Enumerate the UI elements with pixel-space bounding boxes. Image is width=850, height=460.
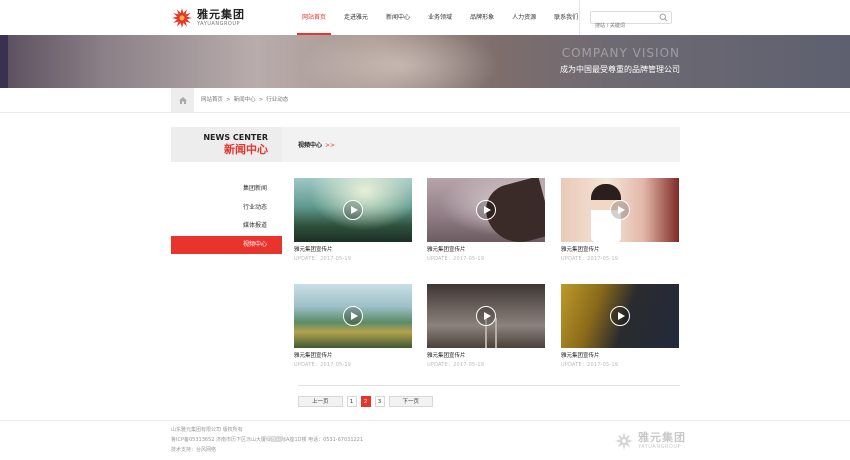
- video-card[interactable]: 雅元集团宣传片 UPDATE：2017-05-19: [561, 284, 679, 369]
- sidebar-item-group-news[interactable]: 集团新闻: [171, 180, 282, 198]
- sidebar-header: NEWS CENTER 新闻中心: [171, 127, 282, 162]
- sidebar-title-en: NEWS CENTER: [203, 133, 268, 142]
- video-date: UPDATE：2017-05-19: [561, 362, 619, 368]
- sidebar-item-media[interactable]: 媒体报道: [171, 217, 282, 235]
- video-card[interactable]: 雅元集团宣传片 UPDATE：2017-05-19: [294, 178, 412, 263]
- video-date: UPDATE：2017-05-19: [294, 362, 352, 368]
- footer-tech-support[interactable]: 技术支持：台风网络: [171, 445, 363, 455]
- logo-name-cn: 雅元集团: [197, 8, 245, 21]
- video-thumbnail[interactable]: [561, 284, 679, 348]
- footer-logo: 雅元集团 YAYUANGROUP: [614, 431, 686, 451]
- video-title[interactable]: 雅元集团宣传片: [294, 352, 412, 360]
- play-icon[interactable]: [610, 200, 630, 220]
- video-thumbnail[interactable]: [561, 178, 679, 242]
- sidebar-title-cn: 新闻中心: [224, 143, 268, 156]
- play-icon[interactable]: [343, 306, 363, 326]
- video-card[interactable]: 雅元集团宣传片 UPDATE：2017-05-19: [294, 284, 412, 369]
- section-header: 视频中心 >>: [282, 127, 680, 162]
- breadcrumb-link-news[interactable]: 新闻中心: [234, 88, 256, 112]
- nav-item-about[interactable]: 走进雅元: [335, 0, 377, 35]
- next-page-button[interactable]: 下一页: [388, 396, 434, 407]
- logo-name-en: YAYUANGROUP: [197, 21, 241, 27]
- video-thumbnail[interactable]: [427, 178, 545, 242]
- sidebar: NEWS CENTER 新闻中心 集团新闻 行业动态 媒体报道 视频中心: [171, 127, 282, 254]
- breadcrumb-link-home[interactable]: 网站首页: [201, 88, 223, 112]
- banner-title-en: COMPANY VISION: [561, 46, 680, 60]
- video-title[interactable]: 雅元集团宣传片: [561, 246, 679, 254]
- breadcrumb-bar: 网站首页 > 新闻中心 > 行业动态: [0, 88, 850, 113]
- nav-item-hr[interactable]: 人力资源: [503, 0, 545, 35]
- nav-item-news[interactable]: 新闻中心: [377, 0, 419, 35]
- page-number-1[interactable]: 1: [346, 396, 357, 407]
- breadcrumb: 网站首页 > 新闻中心 > 行业动态: [201, 88, 288, 112]
- play-icon[interactable]: [476, 200, 496, 220]
- search-input[interactable]: [591, 20, 657, 32]
- prev-page-button[interactable]: 上一页: [298, 396, 343, 407]
- video-title[interactable]: 雅元集团宣传片: [561, 352, 679, 360]
- footer-copyright: 山东雅元集团有限公司 版权所有: [171, 427, 243, 433]
- logo[interactable]: 雅元集团 YAYUANGROUP: [171, 6, 245, 30]
- logo-flower-icon: [172, 8, 192, 28]
- breadcrumb-current: 行业动态: [266, 97, 289, 103]
- banner-background-image: [300, 35, 500, 88]
- section-title: 视频中心 >>: [298, 127, 335, 164]
- video-card[interactable]: 雅元集团宣传片 UPDATE：2017-05-19: [427, 178, 545, 263]
- breadcrumb-separator: >: [258, 97, 264, 103]
- nav-item-contact[interactable]: 联系我们: [545, 0, 587, 35]
- main-nav: 网站首页 走进雅元 新闻中心 业务领域 品牌形象 人力资源 联系我们: [293, 0, 587, 35]
- site-footer: 山东雅元集团有限公司 版权所有 鲁ICP备05313652 济南市历下区泺山大厦…: [0, 420, 850, 460]
- play-icon[interactable]: [610, 306, 630, 326]
- content-divider: [298, 385, 680, 386]
- video-date: UPDATE：2017-05-19: [294, 256, 352, 262]
- video-thumbnail[interactable]: [427, 284, 545, 348]
- sidebar-item-industry[interactable]: 行业动态: [171, 199, 282, 217]
- play-icon[interactable]: [476, 306, 496, 326]
- page-number-3[interactable]: 3: [374, 396, 385, 407]
- video-title[interactable]: 雅元集团宣传片: [427, 352, 545, 360]
- page-number-2[interactable]: 2: [360, 396, 371, 407]
- video-date: UPDATE：2017-05-19: [427, 256, 485, 262]
- search-icon[interactable]: [659, 13, 668, 22]
- video-title[interactable]: 雅元集团宣传片: [294, 246, 412, 254]
- breadcrumb-home[interactable]: [171, 88, 194, 112]
- video-card[interactable]: 雅元集团宣传片 UPDATE：2017-05-19: [427, 284, 545, 369]
- footer-logo-en: YAYUANGROUP: [638, 444, 682, 450]
- sidebar-menu: 集团新闻 行业动态 媒体报道 视频中心: [171, 180, 282, 254]
- home-icon: [178, 96, 187, 104]
- nav-item-business[interactable]: 业务领域: [419, 0, 461, 35]
- banner-title-cn: 成为中国最受尊重的品牌管理公司: [560, 65, 680, 74]
- video-date: UPDATE：2017-05-19: [561, 256, 619, 262]
- section-title-text: 视频中心: [298, 142, 323, 149]
- footer-address: 鲁ICP备05313652 济南市历下区泺山大厦绿园国际A座1D楼 电话：053…: [171, 437, 364, 443]
- nav-divider: [579, 0, 580, 35]
- video-title[interactable]: 雅元集团宣传片: [427, 246, 545, 254]
- pagination: 上一页 1 2 3 下一页: [298, 396, 434, 407]
- video-thumbnail[interactable]: [294, 178, 412, 242]
- video-card[interactable]: 雅元集团宣传片 UPDATE：2017-05-19: [561, 178, 679, 263]
- nav-item-brand[interactable]: 品牌形象: [461, 0, 503, 35]
- breadcrumb-separator: >: [226, 97, 231, 103]
- footer-info: 山东雅元集团有限公司 版权所有 鲁ICP备05313652 济南市历下区泺山大厦…: [171, 425, 363, 455]
- footer-logo-icon: [614, 431, 634, 451]
- play-icon[interactable]: [343, 200, 363, 220]
- nav-item-home[interactable]: 网站首页: [293, 0, 335, 35]
- hero-banner: COMPANY VISION 成为中国最受尊重的品牌管理公司: [0, 35, 850, 88]
- search-box: [590, 11, 672, 32]
- video-thumbnail[interactable]: [294, 284, 412, 348]
- sidebar-item-video[interactable]: 视频中心: [171, 235, 282, 254]
- section-arrow: >>: [325, 142, 336, 149]
- site-header: 雅元集团 YAYUANGROUP 网站首页 走进雅元 新闻中心 业务领域 品牌形…: [0, 0, 850, 35]
- footer-logo-cn: 雅元集团: [638, 431, 686, 444]
- video-date: UPDATE：2017-05-19: [427, 362, 485, 368]
